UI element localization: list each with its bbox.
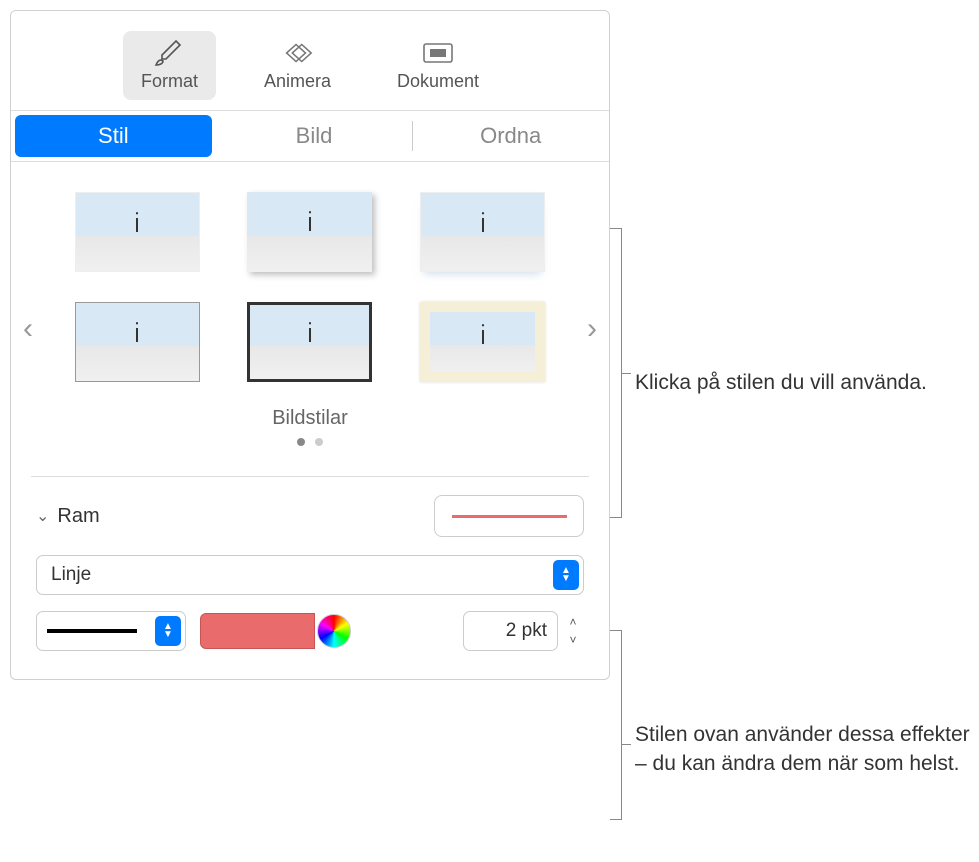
styles-grid xyxy=(21,192,599,382)
chevron-down-icon: ⌄ xyxy=(36,506,49,526)
select-arrows-icon: ▲▼ xyxy=(553,560,579,590)
document-icon xyxy=(420,39,456,67)
callout-text-1: Klicka på stilen du vill använda. xyxy=(635,368,965,397)
format-tab[interactable]: Format xyxy=(123,31,216,100)
callout-text-2: Stilen ovan använder dessa effekter – du… xyxy=(635,720,975,779)
animate-tab-label: Animera xyxy=(264,71,331,92)
tab-arrange[interactable]: Ordna xyxy=(412,111,609,161)
styles-section-label: Bildstilar xyxy=(21,407,599,430)
tab-style[interactable]: Stil xyxy=(15,115,212,157)
frame-controls-row: ▲▼ ˄ ˅ xyxy=(36,611,584,651)
stepper-up-button[interactable]: ˄ xyxy=(562,613,584,631)
line-width-stepper: ˄ ˅ xyxy=(463,611,584,651)
style-thumb-reflection[interactable] xyxy=(420,192,545,272)
document-tab-label: Dokument xyxy=(397,71,479,92)
brush-icon xyxy=(151,39,187,67)
frame-title: Ram xyxy=(57,505,99,528)
style-thumb-thick-border[interactable] xyxy=(247,302,372,382)
callout-bracket-2 xyxy=(610,630,622,820)
frame-section: ⌄ Ram Linje ▲▼ ▲▼ xyxy=(11,477,609,679)
line-style-select[interactable]: ▲▼ xyxy=(36,611,186,651)
line-sample-icon xyxy=(47,629,137,633)
style-thumb-plain[interactable] xyxy=(75,192,200,272)
format-tab-label: Format xyxy=(141,71,198,92)
stepper-down-button[interactable]: ˅ xyxy=(562,631,584,649)
sub-tabs: Stil Bild Ordna xyxy=(11,110,609,162)
line-width-input[interactable] xyxy=(463,611,558,651)
frame-preview-line xyxy=(452,515,567,518)
styles-prev-button[interactable]: ‹ xyxy=(23,312,33,346)
page-dot-1[interactable] xyxy=(297,438,305,446)
color-control xyxy=(200,613,351,649)
animate-tab[interactable]: Animera xyxy=(246,31,349,100)
animate-icon xyxy=(279,39,315,67)
style-thumb-frame[interactable] xyxy=(420,302,545,382)
callout-bracket-1 xyxy=(610,228,622,518)
main-toolbar: Format Animera Dokument xyxy=(11,11,609,110)
image-styles-section: ‹ › Bildstilar xyxy=(11,162,609,476)
color-swatch-button[interactable] xyxy=(200,613,315,649)
pagination-dots xyxy=(21,438,599,446)
frame-disclosure[interactable]: ⌄ Ram xyxy=(36,505,100,528)
style-thumb-shadow[interactable] xyxy=(247,192,372,272)
page-dot-2[interactable] xyxy=(315,438,323,446)
styles-next-button[interactable]: › xyxy=(587,312,597,346)
format-inspector-panel: Format Animera Dokument Stil Bild Ordna … xyxy=(10,10,610,680)
frame-style-preview-button[interactable] xyxy=(434,495,584,537)
frame-type-value: Linje xyxy=(51,564,91,586)
frame-header: ⌄ Ram xyxy=(36,495,584,537)
style-thumb-thin-border[interactable] xyxy=(75,302,200,382)
tab-image[interactable]: Bild xyxy=(216,111,413,161)
color-wheel-button[interactable] xyxy=(317,614,351,648)
select-arrows-icon: ▲▼ xyxy=(155,616,181,646)
frame-type-select[interactable]: Linje ▲▼ xyxy=(36,555,584,595)
document-tab[interactable]: Dokument xyxy=(379,31,497,100)
